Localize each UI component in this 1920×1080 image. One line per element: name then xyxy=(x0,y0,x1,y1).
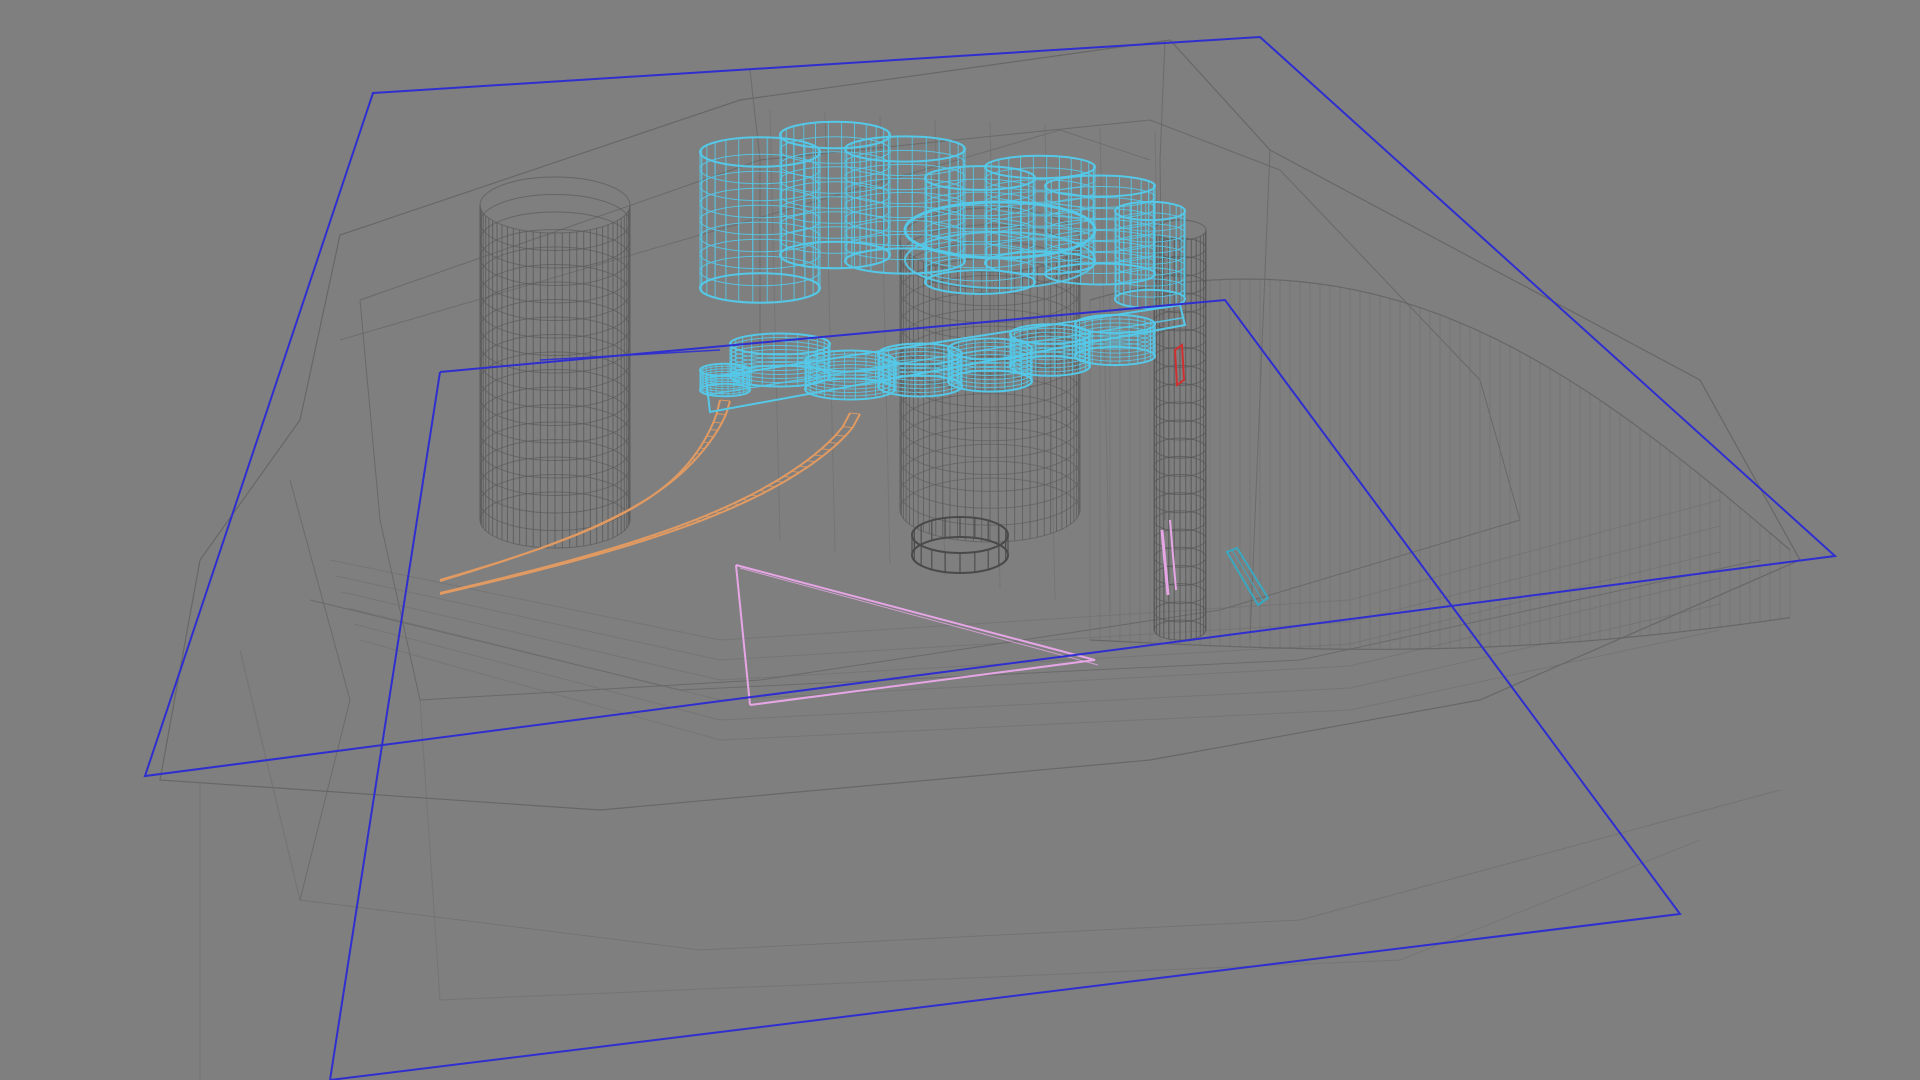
left-cylinder-mesh xyxy=(479,176,631,549)
rail-1 xyxy=(439,399,721,581)
pink-triangle-edge xyxy=(735,564,751,706)
cyan-mesh-ring xyxy=(1114,212,1186,232)
stage-lower-edge xyxy=(309,559,1761,691)
cyan-lobe-rim xyxy=(779,120,891,150)
cylinder-ring xyxy=(1153,219,1207,241)
curved-wall-right[interactable] xyxy=(1089,278,1791,650)
rail-tie xyxy=(710,428,718,431)
cyan-mesh-ring xyxy=(924,256,1036,282)
back-wall-post xyxy=(769,109,781,541)
cyan-mesh-ring xyxy=(779,181,891,209)
rail-tie xyxy=(723,507,731,510)
3d-viewport[interactable] xyxy=(0,0,1920,1080)
cyan-lobe-rim xyxy=(779,240,891,270)
cyan-mesh-ring xyxy=(1074,342,1156,362)
rail-tie xyxy=(742,498,749,501)
wireframe-scene[interactable] xyxy=(0,0,1920,1080)
back-wall-post xyxy=(1099,127,1111,613)
stage-tier xyxy=(347,577,1721,701)
rail-tie xyxy=(767,485,775,488)
rail-tie xyxy=(699,447,705,450)
stage-side-left xyxy=(289,479,351,901)
rail-tie xyxy=(695,519,701,522)
rail-tie xyxy=(835,434,846,437)
rail-tie xyxy=(775,480,784,483)
pink-triangle-edge xyxy=(735,564,1096,706)
rail-4 xyxy=(439,413,861,595)
rail-tie xyxy=(653,534,658,537)
rail-tie xyxy=(716,413,726,416)
rail-tie xyxy=(704,515,711,518)
rail-tie xyxy=(674,477,676,479)
rail-tie xyxy=(706,435,714,438)
rail-tie xyxy=(684,523,691,526)
rail-tie xyxy=(713,421,722,424)
rail-tie xyxy=(733,503,740,506)
pink-triangle-edge xyxy=(739,567,1099,666)
stage-base-edge xyxy=(239,649,1781,951)
bbox-bottom-face xyxy=(329,298,1682,1080)
cyan-mesh-ring xyxy=(924,178,1036,204)
rail-tie xyxy=(783,475,792,478)
rail-tie xyxy=(806,460,816,463)
cyan-mesh-ring xyxy=(779,196,891,224)
rail-tie xyxy=(799,465,808,468)
rail-tie xyxy=(674,527,680,530)
rail-tie xyxy=(663,530,669,533)
bbox-edge xyxy=(329,371,441,1080)
cyan-lobe-rim xyxy=(1114,200,1186,222)
rail-tie xyxy=(828,441,838,444)
rail-tie xyxy=(663,486,666,488)
cyan-mesh-ring xyxy=(1074,338,1156,358)
cyan-mesh-ring xyxy=(984,179,1096,203)
cyan-mesh-ring xyxy=(779,151,891,179)
stage-structure xyxy=(159,39,1801,1080)
back-wall-post xyxy=(824,112,836,553)
rail-tie xyxy=(849,412,861,415)
rail-tie xyxy=(714,511,721,514)
stage-floor-edge xyxy=(419,699,1701,1001)
rail-tie xyxy=(759,489,767,492)
cyan-mesh-ring xyxy=(1114,223,1186,243)
teal-bar-edge xyxy=(1231,549,1264,602)
rail-tie xyxy=(703,441,710,444)
cylinder-ring xyxy=(479,176,631,234)
teal-bar[interactable] xyxy=(1225,546,1270,607)
cyan-lobe xyxy=(779,120,891,270)
cyan-mesh-ring xyxy=(1074,318,1156,338)
teal-bar-shape xyxy=(1225,546,1270,607)
cylinder-left[interactable] xyxy=(479,176,631,549)
orange-rails[interactable] xyxy=(439,399,861,595)
stage-outline xyxy=(159,39,1801,811)
stage-tier xyxy=(359,629,1721,741)
bounding-box xyxy=(143,35,1838,1080)
rail-tie xyxy=(719,399,731,402)
rail-tie xyxy=(814,454,823,457)
rail-tie xyxy=(750,494,758,497)
rail-tie xyxy=(842,426,853,429)
stage-column xyxy=(749,69,761,360)
rail-tie xyxy=(821,448,831,451)
rail-tie xyxy=(791,470,800,473)
cyan-lobe-rim xyxy=(1074,345,1156,367)
